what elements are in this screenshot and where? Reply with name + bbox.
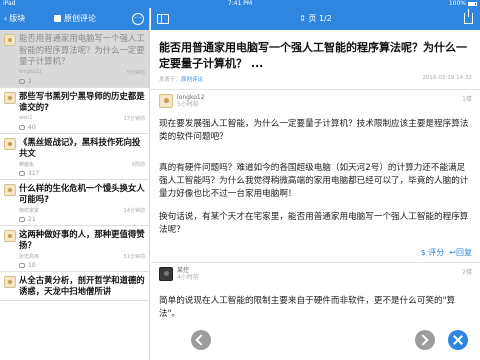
topic-item[interactable]: 能否用普通家用电脑写一个强人工智能的程序算法呢？为什么一定要量子计算机？ lon… (0, 30, 149, 88)
category-link[interactable]: 原创评论 (181, 77, 203, 83)
avatar (4, 91, 16, 104)
previous-page-button[interactable] (191, 330, 211, 350)
avatar (4, 183, 16, 196)
share-icon[interactable] (464, 9, 473, 24)
topic-author: 微样家家 (19, 207, 40, 214)
forum-icon (54, 15, 61, 22)
topic-item[interactable]: 这两种做好事的人，那种更值得赞扬？ 张宏高用 51分钟前 10 (0, 225, 149, 272)
post-title: 能否用普通家用电脑写一个强人工智能的程序算法呢？为什么一定要量子计算机？ ... (159, 41, 467, 70)
thread-detail-pane: ⇕ 页 1/2 能否用普通家用电脑写一个强人工智能的程序算法呢？为什么一定要量子… (151, 8, 480, 360)
page-selector[interactable]: ⇕ 页 1/2 (151, 8, 480, 30)
topic-title: 《黑丝姬战记》，黑科技作死向投共文 (19, 136, 141, 159)
topic-title: 这两种做好事的人，那种更值得赞扬？ (19, 228, 145, 251)
avatar (4, 229, 16, 242)
topic-item[interactable]: 《黑丝姬战记》，黑科技作死向投共文 腾鹿兔 6周前 317 (0, 133, 149, 180)
topic-author: longko12 (19, 68, 42, 75)
topic-title: 什么样的生化危机一个馒头换女人可能吗? (19, 182, 145, 205)
comment-icon (19, 78, 25, 84)
reply-actions: $ 评分 ↩回复 (151, 247, 480, 262)
reply-count: 2 (28, 77, 32, 85)
avatar[interactable] (159, 94, 173, 108)
reply-count: 10 (28, 261, 36, 269)
reply-button[interactable]: 回复 (456, 248, 472, 257)
reply-count: 317 (28, 169, 40, 177)
page-indicator: 页 1/2 (308, 14, 332, 23)
reply-count: 40 (28, 123, 36, 131)
topic-time: 5分钟前 (126, 69, 145, 76)
topic-item[interactable]: 从全古黄分析，剖开哲学和道德的诱惑，天龙中扫地僧所讲 (0, 271, 149, 301)
avatar (4, 34, 16, 46)
comment-icon (19, 170, 25, 176)
reply-icon: ↩ (449, 248, 456, 257)
topic-title: 那些写书黑列宁黑导师的历史都是谁交的? (19, 90, 145, 113)
more-options-button[interactable]: ··· (132, 13, 144, 25)
reply-author[interactable]: 某控 (177, 267, 199, 274)
avatar[interactable] (159, 267, 173, 281)
topic-title: 能否用普通家用电脑写一个强人工智能的程序算法呢？为什么一定要量子计算机？ (19, 33, 145, 66)
right-navbar: ⇕ 页 1/2 (151, 8, 480, 30)
floor-number: 2楼 (462, 269, 472, 276)
topic-item[interactable]: 什么样的生化危机一个馒头换女人可能吗? 微样家家 14分钟前 21 (0, 179, 149, 226)
rate-button[interactable]: $ 评分 (421, 248, 445, 257)
battery-icon (468, 2, 477, 6)
topic-time: 17分钟前 (123, 115, 145, 122)
reply-paragraph: 换句话说，有某个天才在宅家里，能否用普通家用电脑写一个强人工智能的程序算法呢？ (159, 212, 469, 235)
topic-item[interactable]: 那些写书黑列宁黑导师的历史都是谁交的? wen1 17分钟前 40 (0, 87, 149, 134)
floor-number: 1楼 (462, 96, 472, 103)
reply-paragraph: 简单的说现在人工智能的限制主要来自于硬件而非软件，更不是什么可笑的"算法"。 (159, 296, 456, 319)
close-button[interactable] (448, 330, 468, 350)
topic-author: 张宏高用 (19, 253, 40, 260)
reply-header: 某控 4小时前 2楼 (151, 263, 480, 281)
topic-time: 51分钟前 (123, 253, 145, 260)
reply-count: 21 (28, 215, 36, 223)
comment-icon (19, 124, 25, 130)
topic-time: 14分钟前 (123, 207, 145, 214)
avatar (4, 137, 16, 150)
avatar (4, 275, 16, 288)
topic-author: 腾鹿兔 (19, 161, 35, 168)
topic-list-pane: ‹ 版块 原创评论 ··· 能否用普通家用电脑写一个强人工智能的程序算法呢？为什… (0, 8, 150, 360)
post-meta: 发表于：原创评论 2016-03-19 14:32 (151, 72, 480, 83)
comment-icon (19, 262, 25, 268)
reply-paragraph: 现在要发展强人工智能，为什么一定要量子计算机？技术限制应该主要是程序算法类的软件… (159, 119, 469, 142)
published-label: 发表于： (159, 77, 182, 83)
battery-percent: 100% (448, 0, 466, 7)
forum-title-label: 原创评论 (64, 14, 96, 23)
reply-time: 4小时前 (177, 274, 199, 281)
next-page-button[interactable] (415, 330, 435, 350)
forum-title: 原创评论 (0, 8, 149, 30)
reply-time: 5小时前 (177, 101, 199, 108)
reply-author[interactable]: longko12 (177, 94, 205, 101)
status-bar: iPad 7:41 PM 100% (0, 0, 480, 8)
topic-time: 6周前 (131, 161, 145, 168)
topic-title: 从全古黄分析，剖开哲学和道德的诱惑，天龙中扫地僧所讲 (19, 274, 145, 297)
reply-paragraph: 真的有硬件问题吗？难道如今的各国超级电脑（如天河2号）的计算力还不能满足强人工智… (159, 163, 469, 199)
comment-icon (19, 216, 25, 222)
clock: 7:41 PM (227, 0, 253, 7)
left-navbar: ‹ 版块 原创评论 ··· (0, 8, 149, 30)
reply-header: longko12 5小时前 1楼 (151, 90, 480, 108)
reply-body: 现在要发展强人工智能，为什么一定要量子计算机？技术限制应该主要是程序算法类的软件… (151, 108, 480, 237)
reply-body: 简单的说现在人工智能的限制主要来自于硬件而非软件，更不是什么可笑的"算法"。 (151, 281, 480, 321)
topic-author: wen1 (19, 114, 33, 121)
post-date: 2016-03-19 14:32 (422, 75, 472, 81)
